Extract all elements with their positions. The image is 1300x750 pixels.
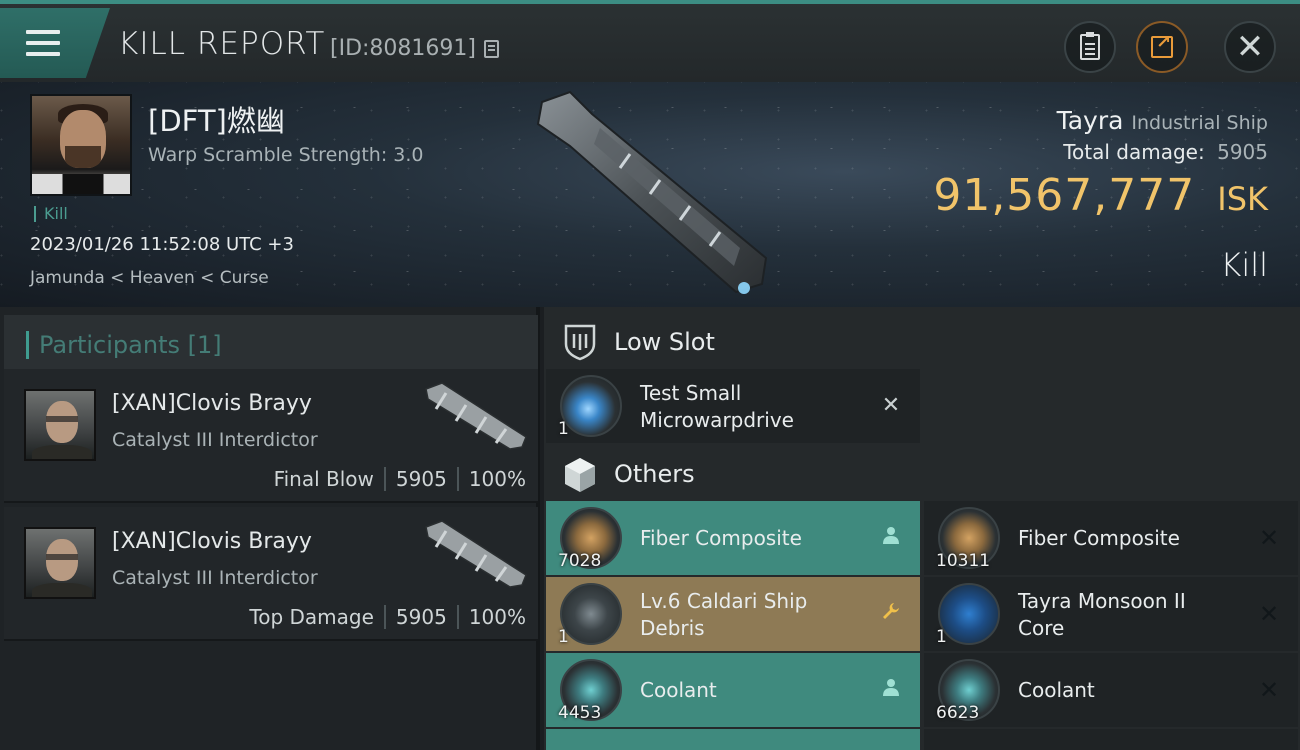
- total-damage-label: Total damage:: [1063, 140, 1205, 164]
- title-bar: KILL REPORT [ID:8081691] ✕: [0, 0, 1300, 82]
- item-caldari-ship-debris[interactable]: 1 Lv.6 Caldari Ship Debris: [546, 577, 920, 651]
- participants-label: Participants [1]: [26, 331, 222, 359]
- kill-tag: Kill: [34, 206, 68, 222]
- interdictor-ship-icon: [425, 382, 527, 450]
- item-name: Coolant: [640, 678, 717, 702]
- low-slot-label: Low Slot: [614, 328, 715, 356]
- report-id: [ID:8081691]: [330, 36, 476, 61]
- item-name: Coolant: [1018, 678, 1095, 702]
- items-panel: Low Slot 1 Test Small Microwarpdrive ✕ O…: [544, 307, 1300, 750]
- ship-class: Industrial Ship: [1131, 112, 1268, 134]
- participant-damage: 5905: [395, 467, 447, 491]
- item-quantity: 10311: [936, 551, 991, 571]
- participants-header[interactable]: Participants [1]: [4, 315, 538, 373]
- kill-timestamp: 2023/01/26 11:52:08 UTC +3: [30, 234, 294, 255]
- participant-damage: 5905: [395, 605, 447, 629]
- ship-type: Tayra: [1056, 106, 1124, 135]
- destroyed-x-icon: ✕: [1258, 524, 1280, 552]
- item-fiber-composite[interactable]: 7028 Fiber Composite: [546, 501, 920, 575]
- participant-card[interactable]: [XAN]Clovis Brayy Catalyst III Interdict…: [4, 369, 538, 503]
- participant-ship: Catalyst III Interdictor: [112, 567, 318, 589]
- low-slot-header: Low Slot: [544, 309, 1300, 375]
- participant-ship: Catalyst III Interdictor: [112, 429, 318, 451]
- destroyed-x-icon: ✕: [1258, 676, 1280, 704]
- item-name: Fiber Composite: [1018, 526, 1180, 550]
- item-quantity: 1: [558, 419, 569, 439]
- share-icon: [1151, 32, 1173, 58]
- monsoon-core-icon: [938, 583, 1000, 645]
- total-damage: Total damage: 5905: [1063, 140, 1268, 164]
- list-item[interactable]: [924, 729, 1298, 750]
- microwarpdrive-icon: [560, 375, 622, 437]
- isk-value: 91,567,777: [933, 170, 1196, 221]
- total-damage-value: 5905: [1217, 140, 1268, 164]
- wrench-icon: [878, 601, 904, 627]
- item-name: Lv.6 Caldari Ship Debris: [640, 589, 808, 640]
- share-button[interactable]: [1136, 21, 1188, 73]
- item-name: Fiber Composite: [640, 526, 802, 550]
- kill-result: Kill: [1220, 246, 1268, 284]
- victim-avatar[interactable]: [30, 94, 132, 196]
- others-header: Others: [544, 441, 1300, 507]
- participant-role: Top Damage: [249, 605, 374, 629]
- isk-unit: ISK: [1217, 180, 1268, 218]
- victim-name[interactable]: [DFT]燃幽: [148, 98, 285, 140]
- item-tayra-monsoon-core[interactable]: 1 Tayra Monsoon II Core ✕: [924, 577, 1298, 651]
- menu-button[interactable]: [0, 8, 110, 78]
- dropped-person-icon: [878, 525, 904, 551]
- close-button[interactable]: ✕: [1224, 21, 1276, 73]
- participant-stats: Final Blow 5905 100%: [274, 467, 526, 491]
- item-quantity: 6623: [936, 703, 980, 723]
- item-name: Tayra Monsoon II Core: [1018, 589, 1186, 640]
- page-title: KILL REPORT: [118, 26, 326, 62]
- participant-name: [XAN]Clovis Brayy: [112, 529, 312, 554]
- clipboard-icon: [1080, 32, 1100, 60]
- participant-avatar[interactable]: [24, 389, 96, 461]
- interdictor-ship-icon: [425, 520, 527, 588]
- close-icon: ✕: [1235, 27, 1265, 67]
- item-quantity: 1: [558, 627, 569, 647]
- ship-debris-icon: [560, 583, 622, 645]
- item-microwarpdrive[interactable]: 1 Test Small Microwarpdrive ✕: [546, 369, 920, 443]
- destroyed-x-icon: ✕: [881, 393, 901, 418]
- participants-panel: Participants [1] [XAN]Clovis Brayy Catal…: [0, 307, 540, 750]
- participant-stats: Top Damage 5905 100%: [249, 605, 526, 629]
- ship-name[interactable]: Tayra Industrial Ship: [1057, 106, 1268, 135]
- item-quantity: 7028: [558, 551, 602, 571]
- participant-name: [XAN]Clovis Brayy: [112, 391, 312, 416]
- destroyed-x-icon: ✕: [1258, 600, 1280, 628]
- copy-icon[interactable]: [484, 40, 499, 58]
- list-item[interactable]: [546, 729, 920, 750]
- participant-avatar[interactable]: [24, 527, 96, 599]
- low-slot-icon: [564, 324, 596, 361]
- participant-percent: 100%: [468, 467, 526, 491]
- warp-scramble-strength: Warp Scramble Strength: 3.0: [148, 144, 424, 166]
- item-name: Test Small Microwarpdrive: [640, 381, 794, 432]
- dropped-person-icon: [878, 677, 904, 703]
- item-coolant[interactable]: 4453 Coolant: [546, 653, 920, 727]
- others-label: Others: [614, 460, 695, 488]
- item-quantity: 1: [936, 627, 947, 647]
- isk-value-row: 91,567,777 ISK: [933, 170, 1268, 221]
- ship-render-image: [536, 90, 768, 294]
- hamburger-menu-icon: [26, 30, 60, 56]
- item-fiber-composite[interactable]: 10311 Fiber Composite ✕: [924, 501, 1298, 575]
- clipboard-button[interactable]: [1064, 21, 1116, 73]
- victim-banner: [DFT]燃幽 Warp Scramble Strength: 3.0 Kill…: [0, 82, 1300, 307]
- participant-card[interactable]: [XAN]Clovis Brayy Catalyst III Interdict…: [4, 507, 538, 641]
- item-coolant[interactable]: 6623 Coolant ✕: [924, 653, 1298, 727]
- participant-role: Final Blow: [273, 467, 374, 491]
- item-quantity: 4453: [558, 703, 602, 723]
- cube-icon: [565, 458, 595, 492]
- kill-location: Jamunda < Heaven < Curse: [30, 268, 269, 288]
- participant-percent: 100%: [468, 605, 526, 629]
